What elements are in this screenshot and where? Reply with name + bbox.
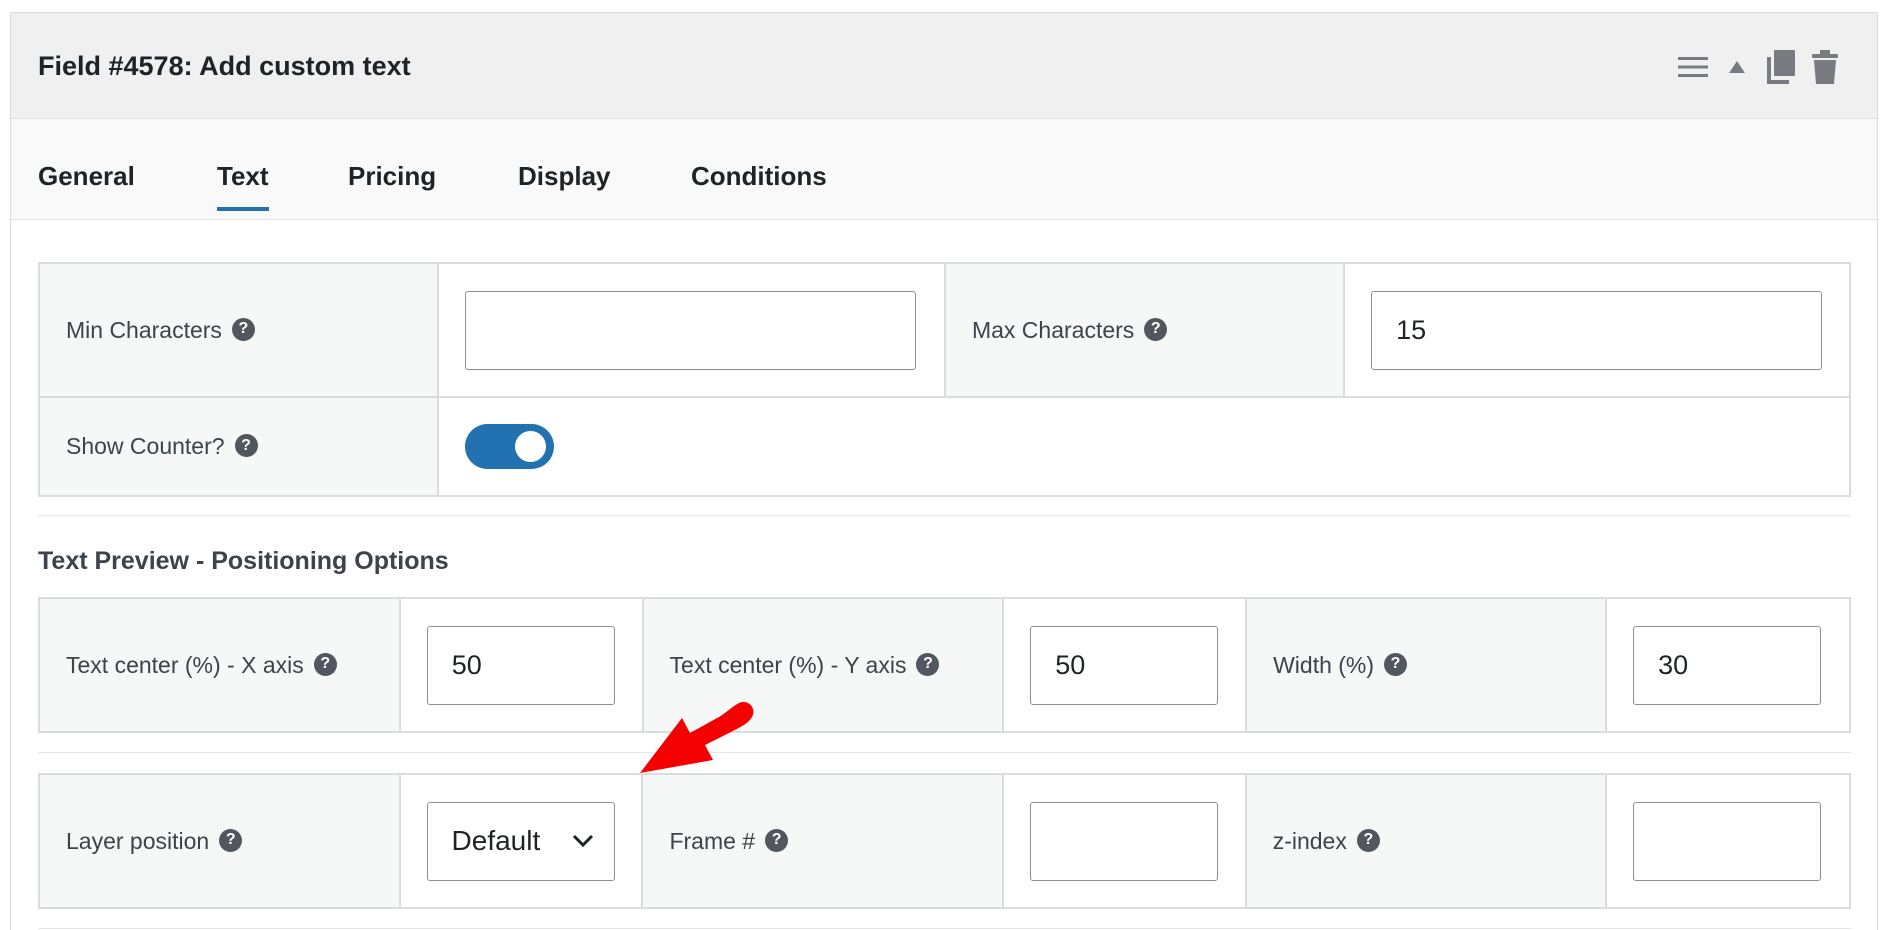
min-characters-label: Min Characters <box>66 316 222 343</box>
toggle-knob <box>515 431 547 462</box>
field-tabs: General Text Pricing Display Conditions <box>11 119 1877 220</box>
frame-input[interactable] <box>1029 801 1218 881</box>
x-axis-label: Text center (%) - X axis <box>66 651 304 678</box>
row-divider <box>38 752 1851 753</box>
max-characters-label: Max Characters <box>971 316 1135 343</box>
y-axis-label: Text center (%) - Y axis <box>669 651 907 678</box>
width-cell: 30 <box>1605 597 1851 733</box>
y-axis-cell: 50 <box>1002 597 1248 733</box>
help-icon[interactable]: ? <box>1144 317 1168 341</box>
layer-position-cell: Default <box>398 773 644 909</box>
help-icon[interactable]: ? <box>234 434 258 458</box>
help-icon[interactable]: ? <box>231 317 255 341</box>
z-index-input[interactable] <box>1633 801 1822 881</box>
min-characters-label-cell: Min Characters? <box>37 262 440 398</box>
max-characters-label-cell: Max Characters? <box>943 262 1346 398</box>
show-counter-toggle[interactable] <box>465 424 555 469</box>
show-counter-label-cell: Show Counter?? <box>37 396 440 497</box>
tab-display[interactable]: Display <box>518 161 611 192</box>
field-header: Field #4578: Add custom text <box>11 13 1877 119</box>
x-axis-cell: 50 <box>398 597 644 733</box>
tab-text[interactable]: Text <box>217 161 269 211</box>
positioning-section-title: Text Preview - Positioning Options <box>38 547 449 575</box>
help-icon[interactable]: ? <box>313 652 337 676</box>
show-counter-cell <box>437 396 1851 497</box>
help-icon[interactable]: ? <box>1356 828 1380 852</box>
width-label-cell: Width (%)? <box>1245 597 1608 733</box>
text-settings-table: Min Characters? Max Characters? 15 Show … <box>37 262 1851 497</box>
positioning-row-2: Layer position? Default Frame #? z-index… <box>38 773 1851 909</box>
bottom-divider <box>38 928 1851 929</box>
width-input[interactable]: 30 <box>1633 625 1822 705</box>
tab-general[interactable]: General <box>38 161 135 192</box>
collapse-triangle-icon[interactable] <box>1715 49 1759 85</box>
y-axis-input[interactable]: 50 <box>1030 625 1219 705</box>
frame-cell <box>1001 773 1247 909</box>
layer-position-label: Layer position <box>66 827 210 854</box>
help-icon[interactable]: ? <box>765 828 789 852</box>
y-axis-label-cell: Text center (%) - Y axis? <box>641 597 1005 733</box>
layer-position-label-cell: Layer position? <box>38 773 401 909</box>
help-icon[interactable]: ? <box>219 828 243 852</box>
tab-conditions[interactable]: Conditions <box>691 161 827 192</box>
help-icon[interactable]: ? <box>916 652 940 676</box>
chevron-down-icon <box>572 834 593 848</box>
trash-icon[interactable] <box>1803 49 1847 85</box>
positioning-row-1: Text center (%) - X axis? 50 Text center… <box>38 597 1851 733</box>
field-title: Field #4578: Add custom text <box>38 51 411 81</box>
z-index-cell <box>1605 773 1851 909</box>
x-axis-input[interactable]: 50 <box>426 625 615 705</box>
width-label: Width (%) <box>1273 651 1375 678</box>
section-divider <box>38 515 1851 516</box>
max-characters-input[interactable]: 15 <box>1371 290 1823 370</box>
z-index-label-cell: z-index? <box>1244 773 1608 909</box>
tab-pricing[interactable]: Pricing <box>348 161 436 192</box>
show-counter-label: Show Counter? <box>66 433 225 459</box>
field-toolbar <box>1671 49 1847 85</box>
menu-icon[interactable] <box>1671 49 1715 85</box>
x-axis-label-cell: Text center (%) - X axis? <box>38 597 401 733</box>
min-characters-input[interactable] <box>465 290 917 370</box>
layer-position-select[interactable]: Default <box>426 801 615 881</box>
field-panel: Field #4578: Add custom text General Tex… <box>10 12 1878 930</box>
duplicate-icon[interactable] <box>1759 49 1803 85</box>
min-characters-cell <box>437 262 946 398</box>
frame-label-cell: Frame #? <box>641 773 1004 909</box>
layer-position-value: Default <box>451 825 541 856</box>
max-characters-cell: 15 <box>1343 262 1851 398</box>
help-icon[interactable]: ? <box>1384 652 1408 676</box>
z-index-label: z-index <box>1272 827 1347 854</box>
frame-label: Frame # <box>669 827 756 854</box>
